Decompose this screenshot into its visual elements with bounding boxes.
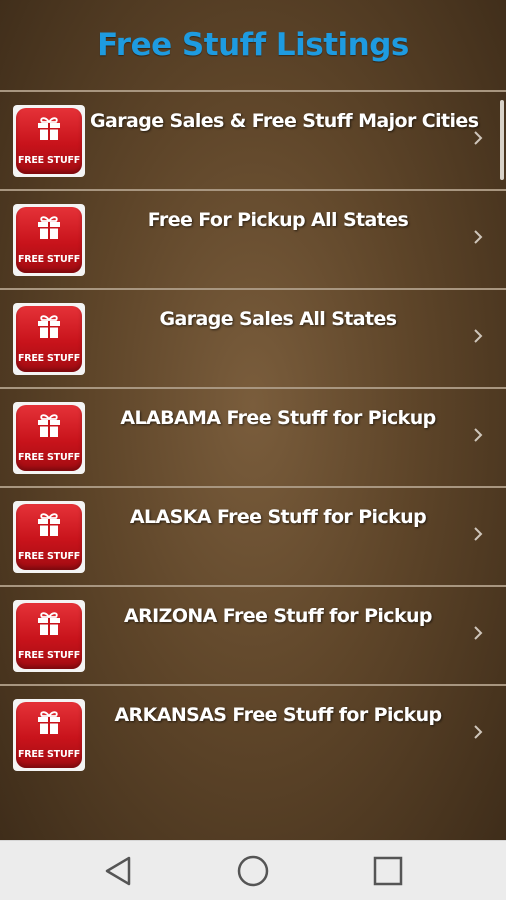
list-item-label: ARIZONA Free Stuff for Pickup	[124, 605, 432, 627]
gift-icon	[38, 216, 60, 239]
list-item-label: Garage Sales & Free Stuff Major Cities	[90, 110, 479, 132]
page-title: Free Stuff Listings	[97, 27, 409, 63]
free-stuff-icon: FREE STUFF	[13, 204, 85, 276]
gift-icon	[38, 117, 60, 140]
chevron-right-icon	[474, 725, 483, 739]
back-button[interactable]	[98, 851, 138, 891]
free-stuff-icon: FREE STUFF	[13, 303, 85, 375]
chevron-right-icon	[474, 230, 483, 244]
icon-badge-text: FREE STUFF	[17, 452, 81, 463]
chevron-right-icon	[474, 131, 483, 145]
free-stuff-icon: FREE STUFF	[13, 105, 85, 177]
icon-badge-text: FREE STUFF	[17, 353, 81, 364]
home-button[interactable]	[233, 851, 273, 891]
list-item[interactable]: FREE STUFF Garage Sales & Free Stuff Maj…	[0, 90, 506, 189]
icon-badge-text: FREE STUFF	[17, 254, 81, 265]
list-item[interactable]: FREE STUFF ARKANSAS Free Stuff for Picku…	[0, 684, 506, 783]
free-stuff-icon: FREE STUFF	[13, 699, 85, 771]
recents-square-icon	[374, 856, 403, 885]
chevron-right-icon	[474, 527, 483, 541]
chevron-right-icon	[474, 626, 483, 640]
system-navbar	[0, 840, 506, 900]
list-item-label: ARKANSAS Free Stuff for Pickup	[114, 704, 442, 726]
listings-list: FREE STUFF Garage Sales & Free Stuff Maj…	[0, 90, 506, 783]
icon-badge-text: FREE STUFF	[17, 551, 81, 562]
back-triangle-icon	[105, 856, 130, 885]
title-bar: Free Stuff Listings	[0, 0, 506, 90]
scrollbar[interactable]	[500, 100, 504, 180]
chevron-right-icon	[474, 329, 483, 343]
home-circle-icon	[237, 855, 269, 886]
gift-icon	[38, 414, 60, 437]
gift-icon	[38, 612, 60, 635]
list-item-label: ALABAMA Free Stuff for Pickup	[120, 407, 436, 429]
gift-icon	[38, 711, 60, 734]
list-item[interactable]: FREE STUFF ALASKA Free Stuff for Pickup	[0, 486, 506, 585]
icon-badge-text: FREE STUFF	[17, 155, 81, 166]
free-stuff-icon: FREE STUFF	[13, 402, 85, 474]
list-item-label: ALASKA Free Stuff for Pickup	[129, 506, 427, 528]
list-item[interactable]: FREE STUFF Garage Sales All States	[0, 288, 506, 387]
recents-button[interactable]	[368, 851, 408, 891]
icon-badge-text: FREE STUFF	[17, 749, 81, 760]
free-stuff-icon: FREE STUFF	[13, 600, 85, 672]
chevron-right-icon	[474, 428, 483, 442]
free-stuff-icon: FREE STUFF	[13, 501, 85, 573]
gift-icon	[38, 315, 60, 338]
gift-icon	[38, 513, 60, 536]
list-item[interactable]: FREE STUFF Free For Pickup All States	[0, 189, 506, 288]
list-item-label: Garage Sales All States	[159, 308, 398, 330]
list-item[interactable]: FREE STUFF ALABAMA Free Stuff for Pickup	[0, 387, 506, 486]
list-item[interactable]: FREE STUFF ARIZONA Free Stuff for Pickup	[0, 585, 506, 684]
list-item-label: Free For Pickup All States	[147, 209, 409, 231]
icon-badge-text: FREE STUFF	[17, 650, 81, 661]
app-screen: Free Stuff Listings FREE STUFF Garage Sa…	[0, 0, 506, 840]
